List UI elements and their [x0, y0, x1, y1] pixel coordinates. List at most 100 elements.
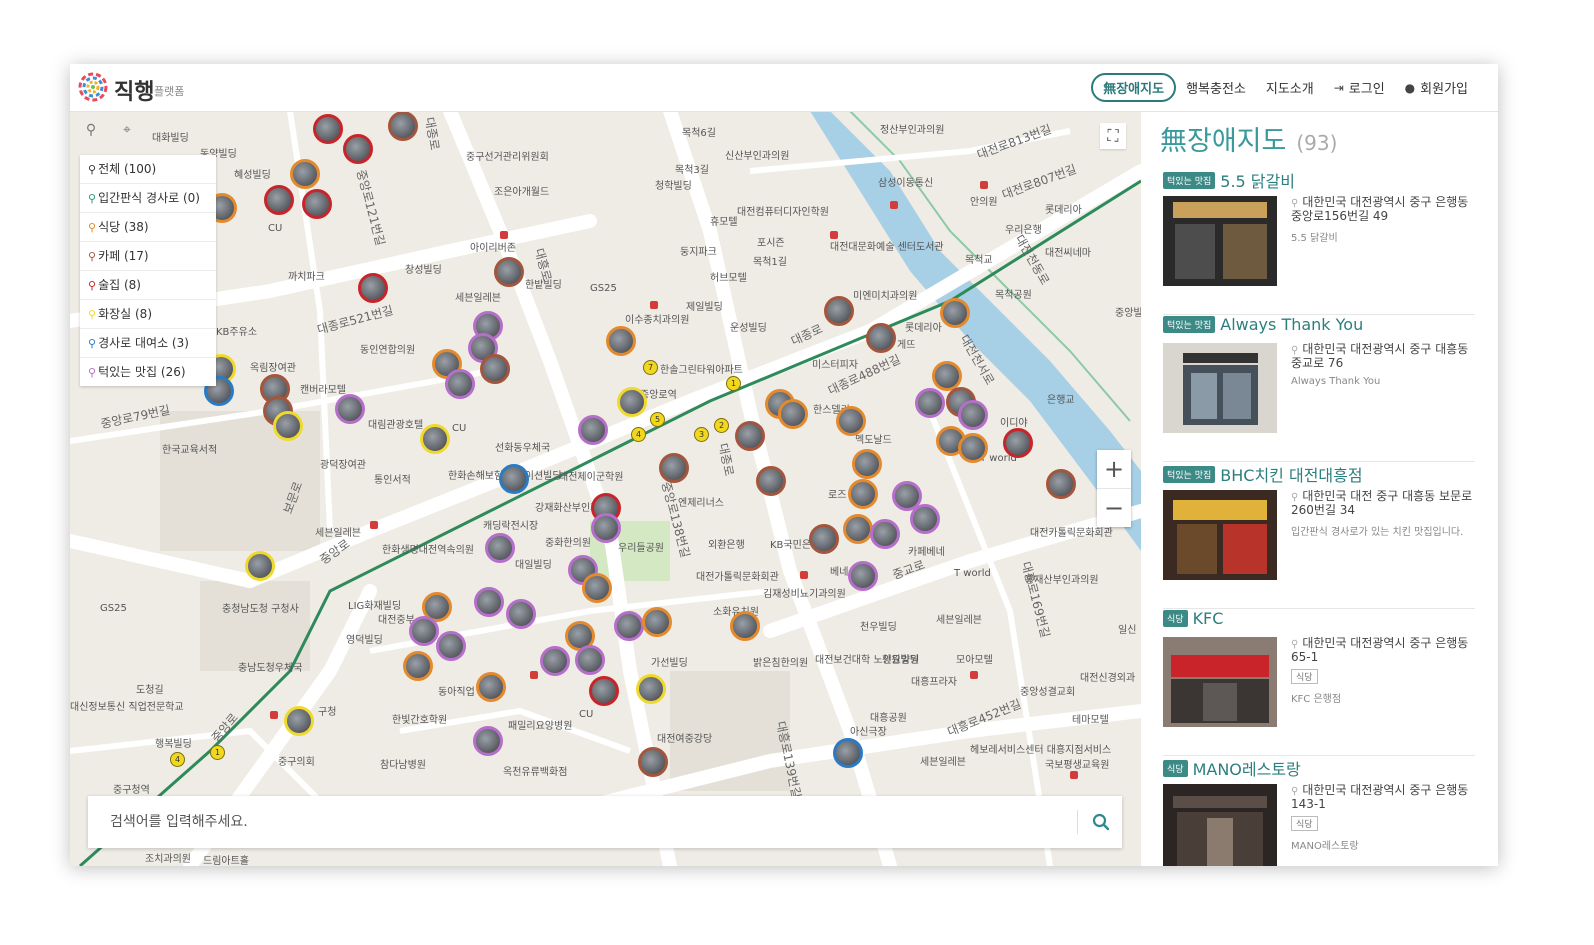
location-pin-icon[interactable]: ⚲ — [80, 119, 102, 141]
place-pin[interactable] — [735, 421, 765, 451]
crosshair-icon[interactable]: ⌖ — [116, 119, 138, 141]
place-pin[interactable] — [852, 449, 882, 479]
place-pin[interactable] — [642, 607, 672, 637]
place-pin[interactable] — [480, 354, 510, 384]
search-button[interactable] — [1088, 808, 1114, 836]
place-pin[interactable] — [445, 369, 475, 399]
place-pin[interactable] — [290, 159, 320, 189]
filter-ramp-rental[interactable]: ⚲ 경사로 대여소 (3) — [80, 329, 216, 358]
place-card[interactable]: 식당 MANO레스토랑 ⚲ 대한민국 대전광역시 중구 은행동 143-1 식당 … — [1163, 756, 1475, 866]
place-photo[interactable] — [1163, 343, 1277, 433]
place-pin[interactable] — [476, 672, 506, 702]
place-pin[interactable] — [606, 326, 636, 356]
place-pin[interactable] — [940, 298, 970, 328]
place-card[interactable]: 턱있는 맛집 5.5 닭갈비 ⚲ 대한민국 대전광역시 중구 은행동 중앙로156… — [1163, 168, 1475, 315]
place-pin[interactable] — [409, 616, 439, 646]
place-pin[interactable] — [638, 747, 668, 777]
place-pin[interactable] — [403, 651, 433, 681]
place-pin[interactable] — [915, 388, 945, 418]
place-pin[interactable] — [958, 400, 988, 430]
filter-step-restaurant[interactable]: ⚲ 턱있는 맛집 (26) — [80, 358, 216, 386]
logo-icon[interactable] — [78, 72, 108, 102]
filter-restroom[interactable]: ⚲ 화장실 (8) — [80, 300, 216, 329]
place-pin[interactable] — [358, 273, 388, 303]
nav-barrier-free-map[interactable]: 無장애지도 — [1091, 73, 1177, 102]
place-pin[interactable] — [494, 257, 524, 287]
place-pin[interactable] — [436, 631, 466, 661]
zoom-out-button[interactable]: − — [1097, 489, 1131, 527]
place-pin[interactable] — [589, 676, 619, 706]
fullscreen-button[interactable]: ⛶ — [1100, 123, 1126, 149]
place-photo[interactable] — [1163, 784, 1277, 866]
place-pin[interactable] — [833, 738, 863, 768]
place-pin[interactable] — [824, 296, 854, 326]
place-pin[interactable] — [499, 464, 529, 494]
place-pin[interactable] — [659, 453, 689, 483]
place-pin[interactable] — [1046, 469, 1076, 499]
place-pin[interactable] — [958, 433, 988, 463]
map-label: 일신 — [1118, 625, 1137, 636]
place-pin[interactable] — [870, 519, 900, 549]
place-pin[interactable] — [578, 415, 608, 445]
search-input[interactable] — [88, 796, 1068, 848]
nav-map-intro[interactable]: 지도소개 — [1256, 73, 1324, 102]
place-pin[interactable] — [264, 185, 294, 215]
place-pin[interactable] — [343, 134, 373, 164]
nav-signup[interactable]: ● 회원가입 — [1395, 73, 1478, 102]
place-pin[interactable] — [866, 323, 896, 353]
place-pin[interactable] — [843, 514, 873, 544]
filter-bar[interactable]: ⚲ 술집 (8) — [80, 271, 216, 300]
brand-name[interactable]: 직행 — [114, 74, 154, 106]
place-description: KFC 은행점 — [1291, 694, 1342, 705]
place-pin[interactable] — [636, 674, 666, 704]
place-pin[interactable] — [473, 726, 503, 756]
place-pin[interactable] — [1003, 428, 1033, 458]
place-pin[interactable] — [284, 706, 314, 736]
filter-restaurant[interactable]: ⚲ 식당 (38) — [80, 213, 216, 242]
place-pin[interactable] — [302, 189, 332, 219]
place-pin[interactable] — [420, 424, 450, 454]
place-pin[interactable] — [848, 561, 878, 591]
place-pin[interactable] — [245, 551, 275, 581]
place-pin[interactable] — [273, 411, 303, 441]
poi-marker — [1070, 771, 1078, 779]
place-pin[interactable] — [313, 114, 343, 144]
place-pin[interactable] — [474, 587, 504, 617]
place-pin[interactable] — [778, 399, 808, 429]
place-pin[interactable] — [910, 504, 940, 534]
place-pin[interactable] — [848, 479, 878, 509]
nav-login[interactable]: ⇥ 로그인 — [1324, 73, 1395, 102]
place-pin[interactable] — [809, 524, 839, 554]
place-pin[interactable] — [506, 599, 536, 629]
place-pin[interactable] — [591, 513, 621, 543]
place-card[interactable]: 턱있는 맛집 BHC치킨 대전대흥점 ⚲ 대한민국 대전 중구 대흥동 보문로26… — [1163, 462, 1475, 609]
place-name[interactable]: 5.5 닭갈비 — [1220, 168, 1295, 192]
place-pin[interactable] — [335, 394, 365, 424]
place-photo[interactable] — [1163, 196, 1277, 286]
place-name[interactable]: KFC — [1193, 609, 1224, 628]
filter-signboard-ramp[interactable]: ⚲ 입간판식 경사로 (0) — [80, 184, 216, 213]
place-name[interactable]: MANO레스토랑 — [1193, 756, 1301, 780]
place-pin[interactable] — [388, 111, 418, 141]
filter-all[interactable]: ⚲ 전체 (100) — [80, 155, 216, 184]
place-pin[interactable] — [575, 645, 605, 675]
place-pin[interactable] — [614, 611, 644, 641]
filter-marker-icon: ⚲ — [88, 250, 97, 263]
place-pin[interactable] — [540, 646, 570, 676]
place-pin[interactable] — [836, 406, 866, 436]
place-name[interactable]: Always Thank You — [1220, 315, 1363, 334]
filter-cafe[interactable]: ⚲ 카페 (17) — [80, 242, 216, 271]
place-photo[interactable] — [1163, 637, 1277, 727]
place-name[interactable]: BHC치킨 대전대흥점 — [1220, 462, 1362, 486]
place-pin[interactable] — [582, 573, 612, 603]
nav-happy-charging[interactable]: 행복충전소 — [1176, 73, 1256, 102]
zoom-in-button[interactable]: + — [1097, 450, 1131, 489]
place-card[interactable]: 식당 KFC ⚲ 대한민국 대전광역시 중구 은행동 65-1 식당 KFC 은행… — [1163, 609, 1475, 756]
place-pin[interactable] — [730, 611, 760, 641]
place-pin[interactable] — [756, 466, 786, 496]
place-photo[interactable] — [1163, 490, 1277, 580]
map-canvas[interactable]: 대화빌딩 동양빌딩 혜성빌딩 CU 까치파크 창성빌딩 한밭빌딩 세븐일레븐 G… — [70, 111, 1141, 866]
place-card[interactable]: 턱있는 맛집 Always Thank You ⚲ 대한민국 대전광역시 중구 대… — [1163, 315, 1475, 462]
place-pin[interactable] — [617, 387, 647, 417]
place-pin[interactable] — [485, 533, 515, 563]
